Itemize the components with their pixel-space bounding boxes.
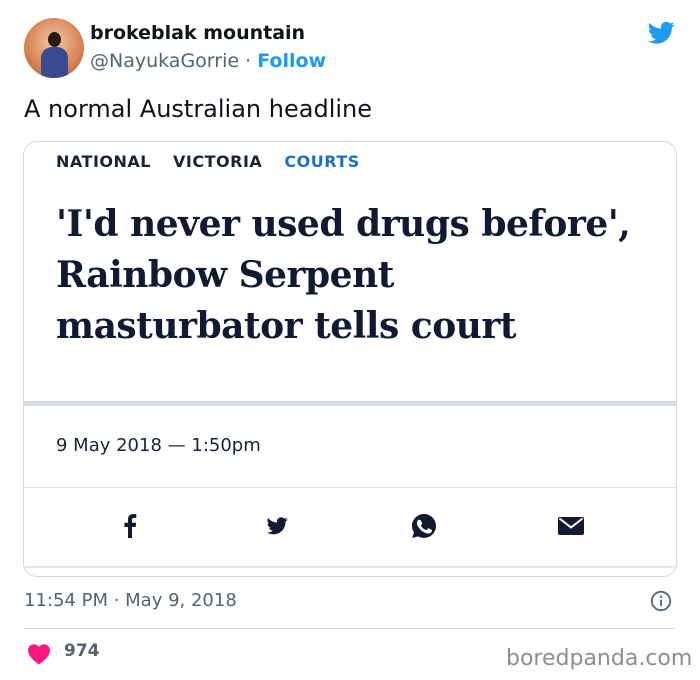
info-icon[interactable] — [650, 590, 672, 612]
avatar-figure-body — [41, 47, 68, 78]
section-courts[interactable]: COURTS — [284, 152, 359, 171]
tweet-text: A normal Australian headline — [24, 95, 372, 123]
headline-line: masturbator tells court — [56, 305, 516, 347]
avatar-figure-head — [48, 32, 61, 47]
author-handle[interactable]: @NayukaGorrie — [90, 50, 239, 72]
section-victoria[interactable]: VICTORIA — [173, 152, 262, 171]
headline-line: Rainbow Serpent — [56, 254, 394, 296]
facebook-icon[interactable] — [116, 512, 144, 540]
follow-button[interactable]: Follow — [257, 50, 326, 72]
headline-line: 'I'd never used drugs before', — [56, 203, 631, 245]
article-sections: NATIONAL VICTORIA COURTS — [56, 152, 376, 171]
article-dateline: 9 May 2018 — 1:50pm — [56, 435, 261, 456]
article-headline: 'I'd never used drugs before', Rainbow S… — [56, 199, 656, 352]
like-count[interactable]: 974 — [64, 641, 100, 661]
twitter-icon[interactable] — [263, 512, 291, 540]
tweet-timestamp[interactable]: 11:54 PM · May 9, 2018 — [24, 590, 237, 611]
embedded-article-card[interactable]: NATIONAL VICTORIA COURTS 'I'd never used… — [23, 141, 677, 577]
handle-separator: · — [245, 50, 252, 72]
divider — [24, 628, 676, 629]
divider — [24, 487, 676, 488]
divider — [24, 566, 676, 568]
author-display-name[interactable]: brokeblak mountain — [90, 22, 305, 44]
email-icon[interactable] — [557, 512, 585, 540]
author-handle-line: @NayukaGorrie · Follow — [90, 50, 326, 72]
whatsapp-icon[interactable] — [410, 512, 438, 540]
divider — [24, 401, 676, 406]
heart-icon[interactable] — [27, 643, 51, 665]
avatar[interactable] — [24, 18, 84, 78]
watermark: boredpanda.com — [506, 646, 693, 671]
twitter-bird-icon[interactable] — [645, 19, 677, 47]
section-national[interactable]: NATIONAL — [56, 152, 151, 171]
